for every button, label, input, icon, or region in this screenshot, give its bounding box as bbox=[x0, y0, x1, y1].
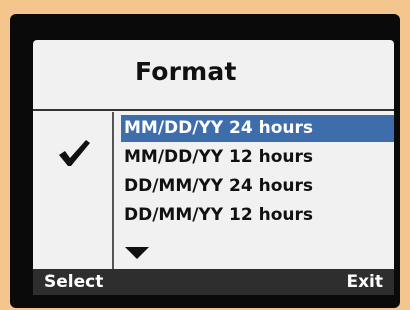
softkey-bar: Select Exit bbox=[33, 269, 394, 295]
page-title: Format bbox=[135, 57, 237, 86]
arrow-down-icon[interactable] bbox=[125, 247, 149, 259]
option-mmddyy-24[interactable]: MM/DD/YY 24 hours bbox=[121, 115, 394, 142]
option-ddmmyy-12[interactable]: DD/MM/YY 12 hours bbox=[121, 202, 394, 229]
exit-button[interactable]: Exit bbox=[346, 269, 383, 295]
menu-divider bbox=[112, 112, 114, 269]
option-mmddyy-12[interactable]: MM/DD/YY 12 hours bbox=[121, 144, 394, 171]
checkmark-icon bbox=[59, 140, 90, 166]
menu-screen: Format MM/DD/YY 24 hours MM/DD/YY 12 hou… bbox=[33, 40, 394, 269]
select-button[interactable]: Select bbox=[44, 269, 103, 295]
title-bar: Format bbox=[33, 40, 394, 111]
option-ddmmyy-24[interactable]: DD/MM/YY 24 hours bbox=[121, 173, 394, 200]
